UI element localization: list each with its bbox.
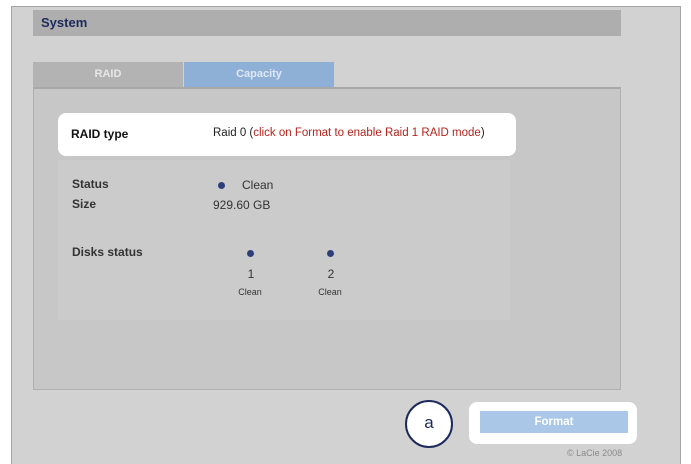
format-button-highlight: Format xyxy=(469,402,637,444)
size-label: Size xyxy=(72,197,97,211)
raid-type-row: RAID type Raid 0 (click on Format to ena… xyxy=(58,113,516,156)
status-dot-icon xyxy=(218,182,225,189)
raid-mode-close: ) xyxy=(480,127,485,139)
disk-1-status-icon xyxy=(247,250,254,257)
disks-status-label: Disks status xyxy=(72,245,143,259)
format-button[interactable]: Format xyxy=(480,411,628,433)
status-area xyxy=(58,160,510,320)
disk-2-state: Clean xyxy=(318,287,342,297)
size-value: 929.60 GB xyxy=(213,198,271,212)
section-header: System xyxy=(33,10,621,36)
disk-2-status-icon xyxy=(327,250,334,257)
disk-1-number: 1 xyxy=(247,267,255,281)
page-title: System xyxy=(41,15,88,30)
raid-format-hint: click on Format to enable Raid 1 RAID mo… xyxy=(253,127,481,139)
tab-raid[interactable]: RAID xyxy=(33,62,183,87)
raid-type-label: RAID type xyxy=(71,127,129,141)
copyright-text: © LaCie 2008 xyxy=(567,448,623,458)
callout-marker: a xyxy=(405,400,453,448)
tab-capacity[interactable]: Capacity xyxy=(184,62,334,87)
disk-2-number: 2 xyxy=(327,267,335,281)
status-value: Clean xyxy=(242,178,274,192)
disk-1-state: Clean xyxy=(238,287,262,297)
status-label: Status xyxy=(72,177,109,191)
raid-type-value: Raid 0 (click on Format to enable Raid 1… xyxy=(213,127,485,139)
raid-mode-text: Raid 0 ( xyxy=(213,127,254,139)
